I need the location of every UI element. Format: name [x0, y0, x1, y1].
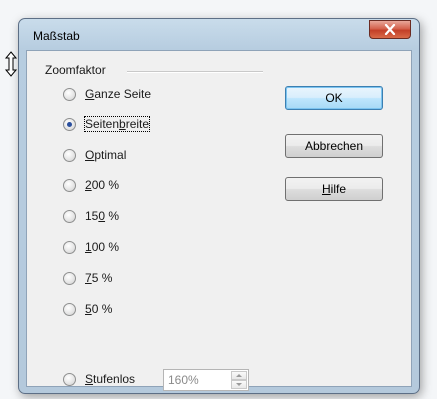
variable-zoom-input[interactable]: [168, 373, 224, 387]
option-label: 150 %: [85, 209, 120, 223]
option-whole-page[interactable]: Ganze Seite: [63, 85, 151, 103]
cancel-button[interactable]: Abbrechen: [285, 134, 383, 158]
option-label: 200 %: [85, 178, 120, 192]
option-label: Optimal: [85, 148, 127, 162]
option-variable[interactable]: Stufenlos: [63, 370, 135, 388]
dialog-title: Maßstab: [33, 29, 80, 43]
chevron-down-icon[interactable]: [231, 380, 247, 389]
close-icon: [384, 24, 396, 35]
option-75-percent[interactable]: 75 %: [63, 269, 112, 287]
option-label: Stufenlos: [85, 372, 136, 386]
radio-button[interactable]: [63, 372, 76, 386]
option-label: Seitenbreite: [83, 116, 151, 132]
option-150-percent[interactable]: 150 %: [63, 207, 119, 225]
option-200-percent[interactable]: 200 %: [63, 176, 119, 194]
radio-button[interactable]: [63, 178, 76, 192]
close-button[interactable]: [369, 20, 411, 39]
spin-buttons: [231, 371, 247, 389]
help-button[interactable]: Hilfe: [285, 177, 383, 201]
radio-button[interactable]: [63, 240, 76, 254]
dialog-body: Zoomfaktor Ganze Seite Seitenbreite Opti…: [26, 50, 412, 391]
variable-zoom-spinbox[interactable]: [163, 369, 249, 391]
group-label: Zoomfaktor: [45, 63, 106, 77]
option-label: Ganze Seite: [85, 87, 152, 101]
radio-button[interactable]: [63, 148, 76, 162]
option-page-width[interactable]: Seitenbreite: [63, 115, 151, 133]
help-label: ilfe: [330, 182, 346, 196]
group-divider: [127, 71, 263, 73]
radio-button[interactable]: [63, 209, 76, 223]
radio-button[interactable]: [63, 271, 76, 285]
radio-button[interactable]: [63, 302, 76, 316]
option-label: 75 %: [85, 271, 113, 285]
chevron-up-icon[interactable]: [231, 371, 247, 380]
help-accesskey: H: [321, 182, 331, 196]
option-optimal[interactable]: Optimal: [63, 146, 126, 164]
zoom-dialog: Maßstab Zoomfaktor Ganze Seite Seitenbre…: [18, 18, 420, 394]
radio-button[interactable]: [63, 87, 76, 101]
zoom-factor-group: Zoomfaktor Ganze Seite Seitenbreite Opti…: [37, 63, 263, 391]
option-50-percent[interactable]: 50 %: [63, 300, 112, 318]
option-label: 100 %: [85, 240, 120, 254]
option-label: 50 %: [85, 302, 113, 316]
radio-button-selected[interactable]: [63, 117, 76, 131]
ok-button[interactable]: OK: [285, 86, 383, 110]
resize-cursor-icon: [4, 51, 18, 77]
option-100-percent[interactable]: 100 %: [63, 238, 119, 256]
